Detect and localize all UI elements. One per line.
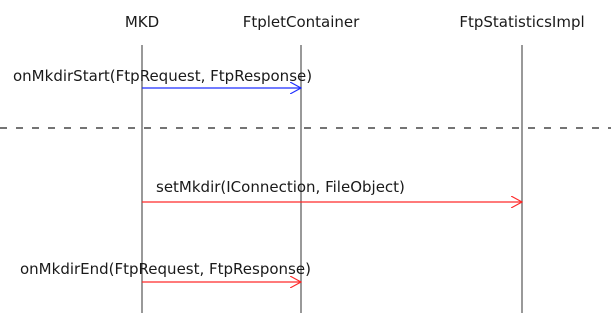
message-label-on-mkdir-end: onMkdirEnd(FtpRequest, FtpResponse) xyxy=(20,260,311,278)
participant-mkd: MKD xyxy=(125,13,159,31)
sequence-diagram: MKD FtpletContainer FtpStatisticsImpl on… xyxy=(0,13,611,313)
participant-ftp-statistics-impl: FtpStatisticsImpl xyxy=(459,13,584,31)
message-label-set-mkdir: setMkdir(IConnection, FileObject) xyxy=(156,178,405,196)
message-label-on-mkdir-start: onMkdirStart(FtpRequest, FtpResponse) xyxy=(13,67,312,85)
participant-ftplet-container: FtpletContainer xyxy=(243,13,360,31)
